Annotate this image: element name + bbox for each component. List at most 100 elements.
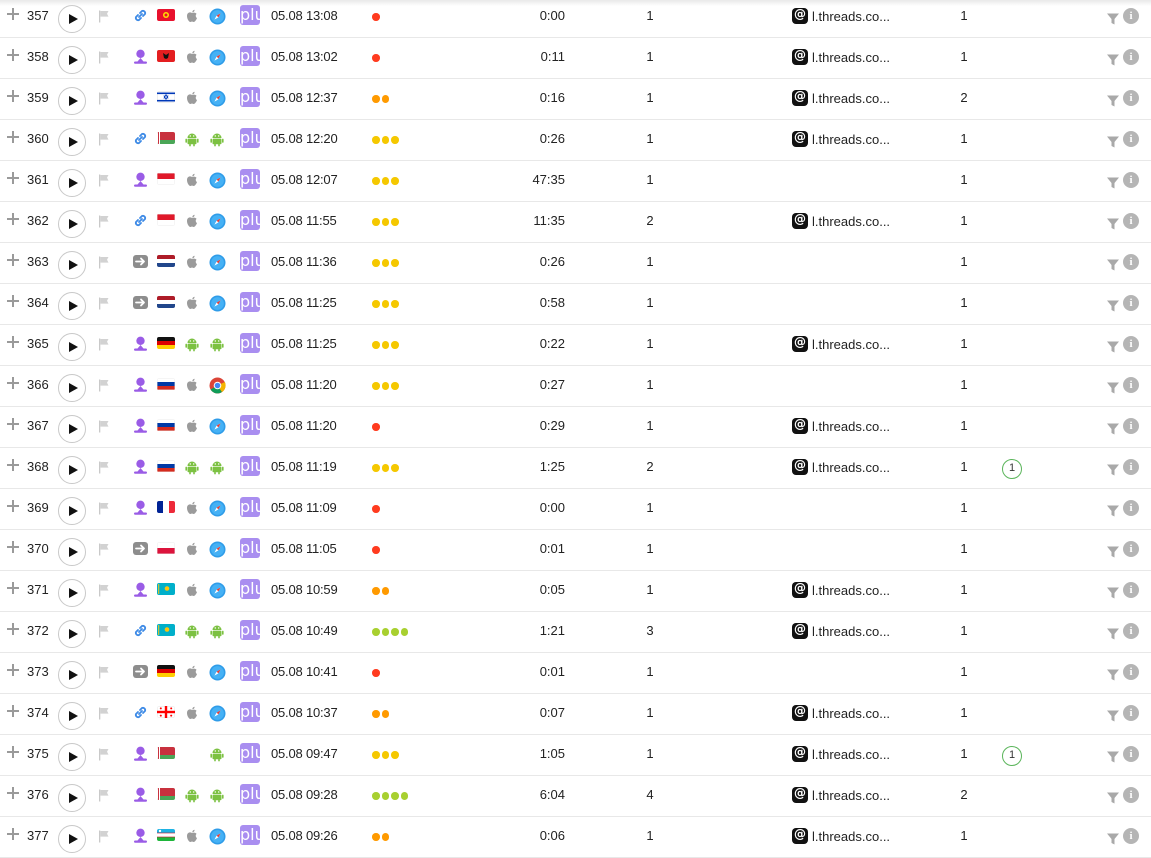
flag-icon[interactable] bbox=[97, 829, 111, 843]
flag-icon[interactable] bbox=[97, 132, 111, 146]
referrer-link[interactable]: l.threads.co... bbox=[792, 7, 890, 24]
add-button[interactable]: plus bbox=[240, 825, 273, 845]
play-button[interactable] bbox=[58, 661, 86, 689]
add-button[interactable]: plus bbox=[240, 497, 273, 517]
info-icon[interactable]: i bbox=[1123, 8, 1139, 24]
flag-icon[interactable] bbox=[97, 378, 111, 392]
add-button[interactable]: plus bbox=[240, 251, 273, 271]
expand-plus-icon[interactable] bbox=[6, 458, 20, 472]
add-button[interactable]: plus bbox=[240, 538, 273, 558]
add-button[interactable]: plus bbox=[240, 46, 273, 66]
add-button[interactable]: plus bbox=[240, 784, 273, 804]
play-button[interactable] bbox=[58, 743, 86, 771]
flag-icon[interactable] bbox=[97, 419, 111, 433]
play-button[interactable] bbox=[58, 497, 86, 525]
flag-icon[interactable] bbox=[97, 255, 111, 269]
play-button[interactable] bbox=[58, 169, 86, 197]
info-icon[interactable]: i bbox=[1123, 705, 1139, 721]
play-button[interactable] bbox=[58, 292, 86, 320]
flag-icon[interactable] bbox=[97, 665, 111, 679]
flag-icon[interactable] bbox=[97, 214, 111, 228]
info-icon[interactable]: i bbox=[1123, 623, 1139, 639]
play-button[interactable] bbox=[58, 579, 86, 607]
filter-icon[interactable] bbox=[1106, 791, 1120, 805]
add-button[interactable]: plus bbox=[240, 661, 273, 681]
play-button[interactable] bbox=[58, 620, 86, 648]
goal-badge[interactable]: 1 bbox=[1002, 459, 1022, 479]
add-button[interactable]: plus bbox=[240, 620, 273, 640]
info-icon[interactable]: i bbox=[1123, 500, 1139, 516]
info-icon[interactable]: i bbox=[1123, 828, 1139, 844]
play-button[interactable] bbox=[58, 210, 86, 238]
info-icon[interactable]: i bbox=[1123, 336, 1139, 352]
play-button[interactable] bbox=[58, 784, 86, 812]
referrer-link[interactable]: l.threads.co... bbox=[792, 622, 890, 639]
add-button[interactable]: plus bbox=[240, 415, 273, 435]
referrer-link[interactable]: l.threads.co... bbox=[792, 212, 890, 229]
add-button[interactable]: plus bbox=[240, 87, 273, 107]
filter-icon[interactable] bbox=[1106, 340, 1120, 354]
expand-plus-icon[interactable] bbox=[6, 48, 20, 62]
expand-plus-icon[interactable] bbox=[6, 7, 20, 21]
filter-icon[interactable] bbox=[1106, 668, 1120, 682]
referrer-link[interactable]: l.threads.co... bbox=[792, 89, 890, 106]
filter-icon[interactable] bbox=[1106, 545, 1120, 559]
info-icon[interactable]: i bbox=[1123, 664, 1139, 680]
info-icon[interactable]: i bbox=[1123, 49, 1139, 65]
referrer-link[interactable]: l.threads.co... bbox=[792, 745, 890, 762]
add-button[interactable]: plus bbox=[240, 456, 273, 476]
expand-plus-icon[interactable] bbox=[6, 704, 20, 718]
referrer-link[interactable]: l.threads.co... bbox=[792, 417, 890, 434]
filter-icon[interactable] bbox=[1106, 12, 1120, 26]
add-button[interactable]: plus bbox=[240, 210, 273, 230]
expand-plus-icon[interactable] bbox=[6, 663, 20, 677]
filter-icon[interactable] bbox=[1106, 586, 1120, 600]
filter-icon[interactable] bbox=[1106, 135, 1120, 149]
expand-plus-icon[interactable] bbox=[6, 171, 20, 185]
flag-icon[interactable] bbox=[97, 706, 111, 720]
expand-plus-icon[interactable] bbox=[6, 376, 20, 390]
flag-icon[interactable] bbox=[97, 337, 111, 351]
play-button[interactable] bbox=[58, 5, 86, 33]
add-button[interactable]: plus bbox=[240, 333, 273, 353]
flag-icon[interactable] bbox=[97, 583, 111, 597]
info-icon[interactable]: i bbox=[1123, 746, 1139, 762]
filter-icon[interactable] bbox=[1106, 94, 1120, 108]
flag-icon[interactable] bbox=[97, 91, 111, 105]
play-button[interactable] bbox=[58, 374, 86, 402]
expand-plus-icon[interactable] bbox=[6, 827, 20, 841]
info-icon[interactable]: i bbox=[1123, 172, 1139, 188]
referrer-link[interactable]: l.threads.co... bbox=[792, 786, 890, 803]
filter-icon[interactable] bbox=[1106, 504, 1120, 518]
referrer-link[interactable]: l.threads.co... bbox=[792, 704, 890, 721]
flag-icon[interactable] bbox=[97, 50, 111, 64]
expand-plus-icon[interactable] bbox=[6, 786, 20, 800]
add-button[interactable]: plus bbox=[240, 292, 273, 312]
play-button[interactable] bbox=[58, 415, 86, 443]
info-icon[interactable]: i bbox=[1123, 213, 1139, 229]
info-icon[interactable]: i bbox=[1123, 90, 1139, 106]
add-button[interactable]: plus bbox=[240, 5, 273, 25]
add-button[interactable]: plus bbox=[240, 374, 273, 394]
play-button[interactable] bbox=[58, 538, 86, 566]
referrer-link[interactable]: l.threads.co... bbox=[792, 827, 890, 844]
info-icon[interactable]: i bbox=[1123, 582, 1139, 598]
referrer-link[interactable]: l.threads.co... bbox=[792, 581, 890, 598]
referrer-link[interactable]: l.threads.co... bbox=[792, 458, 890, 475]
flag-icon[interactable] bbox=[97, 788, 111, 802]
add-button[interactable]: plus bbox=[240, 579, 273, 599]
expand-plus-icon[interactable] bbox=[6, 745, 20, 759]
info-icon[interactable]: i bbox=[1123, 377, 1139, 393]
filter-icon[interactable] bbox=[1106, 832, 1120, 846]
info-icon[interactable]: i bbox=[1123, 459, 1139, 475]
flag-icon[interactable] bbox=[97, 542, 111, 556]
add-button[interactable]: plus bbox=[240, 702, 273, 722]
referrer-link[interactable]: l.threads.co... bbox=[792, 335, 890, 352]
referrer-link[interactable]: l.threads.co... bbox=[792, 130, 890, 147]
expand-plus-icon[interactable] bbox=[6, 622, 20, 636]
expand-plus-icon[interactable] bbox=[6, 253, 20, 267]
play-button[interactable] bbox=[58, 702, 86, 730]
expand-plus-icon[interactable] bbox=[6, 499, 20, 513]
flag-icon[interactable] bbox=[97, 747, 111, 761]
filter-icon[interactable] bbox=[1106, 627, 1120, 641]
